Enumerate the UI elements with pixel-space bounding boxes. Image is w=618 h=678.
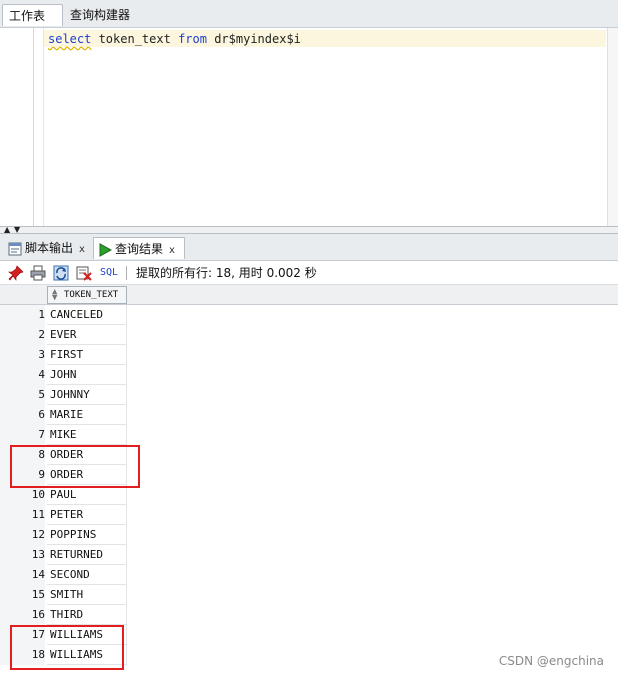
table-row[interactable]: 15 SMITH [0, 585, 128, 605]
print-icon[interactable] [30, 265, 46, 281]
row-number: 10 [0, 485, 45, 505]
tab-query-builder[interactable]: 查询构建器 [64, 4, 136, 26]
table-row[interactable]: 1 CANCELED [0, 305, 128, 325]
table-row[interactable]: 5 JOHNNY [0, 385, 128, 405]
token-text-cell[interactable]: CANCELED [47, 305, 127, 325]
highlight-box-williams [10, 625, 124, 670]
sql-button[interactable]: SQL [100, 265, 118, 281]
column-header-token-text[interactable]: ▲ ▼ TOKEN_TEXT [47, 286, 127, 304]
token-text-cell[interactable]: THIRD [47, 605, 127, 625]
collapse-up-icon[interactable]: ▲ [4, 225, 10, 234]
tab-worksheet[interactable]: 工作表 [2, 4, 63, 26]
token-text-cell[interactable]: RETURNED [47, 545, 127, 565]
tab-script-output-label: 脚本输出 [25, 241, 74, 255]
editor-gutter [33, 28, 34, 226]
delete-icon[interactable] [76, 265, 92, 281]
token-text-cell[interactable]: POPPINS [47, 525, 127, 545]
column-header-label: TOKEN_TEXT [64, 290, 119, 300]
table-row[interactable]: 12 POPPINS [0, 525, 128, 545]
row-number: 16 [0, 605, 45, 625]
results-grid: ▲ ▼ TOKEN_TEXT 1 CANCELED 2 EVER 3 FIRST 4 JO… [0, 285, 618, 678]
editor-gutter-margin [43, 28, 44, 226]
row-number: 5 [0, 385, 45, 405]
output-tab-bar: 脚本输出 x 查询结果 x [0, 234, 618, 261]
token-text-cell[interactable]: PETER [47, 505, 127, 525]
row-number: 4 [0, 365, 45, 385]
result-toolbar: SQL 提取的所有行: 18, 用时 0.002 秒 [0, 261, 618, 285]
play-icon [99, 242, 112, 257]
close-icon[interactable]: x [169, 245, 175, 256]
token-text-cell[interactable]: PAUL [47, 485, 127, 505]
tab-script-output[interactable]: 脚本输出 x [4, 237, 89, 259]
grid-header-row: ▲ ▼ TOKEN_TEXT [0, 285, 618, 305]
table-row[interactable]: 3 FIRST [0, 345, 128, 365]
sql-code-line[interactable]: select token_text from dr$myindex$i [48, 31, 301, 47]
row-number: 11 [0, 505, 45, 525]
editor-vertical-scrollbar[interactable] [607, 28, 618, 226]
keyword-from: from [178, 32, 207, 46]
row-number: 15 [0, 585, 45, 605]
column-name: token_text [91, 32, 179, 46]
token-text-cell[interactable]: FIRST [47, 345, 127, 365]
row-number: 7 [0, 425, 45, 445]
table-row[interactable]: 11 PETER [0, 505, 128, 525]
row-number: 12 [0, 525, 45, 545]
pin-icon[interactable] [8, 265, 24, 281]
keyword-select: select [48, 32, 92, 46]
table-row[interactable]: 7 MIKE [0, 425, 128, 445]
token-text-cell[interactable]: JOHNNY [47, 385, 127, 405]
table-name: dr$myindex$i [206, 32, 301, 46]
row-number: 14 [0, 565, 45, 585]
table-row[interactable]: 4 JOHN [0, 365, 128, 385]
token-text-cell[interactable]: MARIE [47, 405, 127, 425]
row-number: 6 [0, 405, 45, 425]
token-text-cell[interactable]: MIKE [47, 425, 127, 445]
toolbar-separator [126, 266, 127, 280]
table-row[interactable]: 14 SECOND [0, 565, 128, 585]
table-row[interactable]: 2 EVER [0, 325, 128, 345]
row-number: 2 [0, 325, 45, 345]
table-row[interactable]: 6 MARIE [0, 405, 128, 425]
table-row[interactable]: 16 THIRD [0, 605, 128, 625]
watermark-text: CSDN @engchina [498, 654, 604, 668]
token-text-cell[interactable]: JOHN [47, 365, 127, 385]
close-icon[interactable]: x [79, 244, 85, 255]
sql-editor[interactable]: select token_text from dr$myindex$i [0, 28, 618, 226]
collapse-down-icon[interactable]: ▼ [14, 225, 20, 234]
worksheet-tab-bar: 工作表 查询构建器 [0, 0, 618, 28]
tab-query-result[interactable]: 查询结果 x [93, 237, 185, 259]
sort-icon: ▲ ▼ [52, 287, 58, 303]
highlight-box-order [10, 445, 140, 488]
row-number: 1 [0, 305, 45, 325]
token-text-cell[interactable]: SECOND [47, 565, 127, 585]
row-number: 13 [0, 545, 45, 565]
table-row[interactable]: 10 PAUL [0, 485, 128, 505]
script-output-icon [8, 242, 22, 255]
table-row[interactable]: 13 RETURNED [0, 545, 128, 565]
fetch-status-text: 提取的所有行: 18, 用时 0.002 秒 [136, 266, 317, 280]
panel-splitter[interactable]: ▲ ▼ [0, 225, 618, 234]
refresh-icon[interactable] [53, 265, 69, 281]
tab-query-result-label: 查询结果 [115, 242, 164, 256]
token-text-cell[interactable]: SMITH [47, 585, 127, 605]
row-number: 3 [0, 345, 45, 365]
token-text-cell[interactable]: EVER [47, 325, 127, 345]
